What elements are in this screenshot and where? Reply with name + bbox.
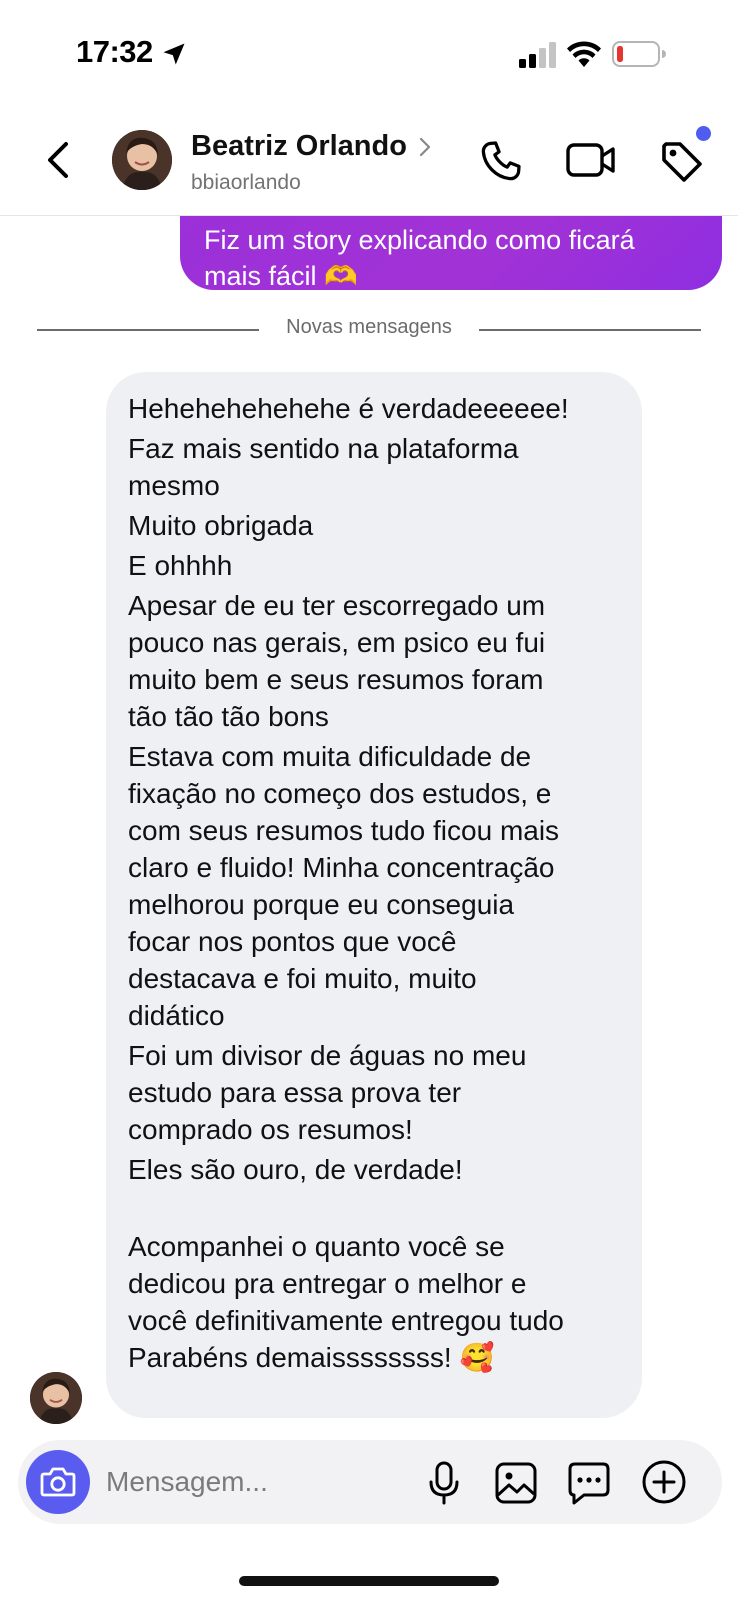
message-line: claro e fluido! Minha concentração (128, 852, 555, 883)
message-line: estudo para essa prova ter (128, 1077, 462, 1108)
notification-dot (696, 126, 711, 141)
camera-button[interactable] (26, 1450, 90, 1514)
message-line: tão tão tão bons (128, 701, 329, 732)
sticker-chat-icon[interactable] (566, 1460, 612, 1506)
status-time: 17:32 (76, 34, 153, 69)
message-line: Acompanhei o quanto você se (128, 1231, 505, 1262)
camera-icon (40, 1467, 76, 1497)
battery-low-icon (612, 41, 666, 67)
sent-message-line: mais fácil 🫶 (204, 261, 358, 291)
message-line: focar nos pontos que você (128, 926, 457, 957)
message-line: Hehehehehehehe é verdadeeeeee! (128, 393, 569, 424)
message-line: Estava com muita dificuldade de (128, 741, 532, 772)
chevron-right-icon[interactable] (417, 136, 433, 158)
chat-header: Beatriz Orlando bbiaorlando (0, 100, 738, 216)
contact-name-row[interactable]: Beatriz Orlando (191, 130, 433, 163)
message-input[interactable] (106, 1462, 406, 1502)
sent-message-line: Fiz um story explicando como ficará (204, 225, 635, 255)
message-line: Eles são ouro, de verdade! (128, 1154, 463, 1185)
message-line: Muito obrigada (128, 510, 314, 541)
message-line: Parabéns demaissssssss! 🥰 (128, 1342, 495, 1373)
contact-name[interactable]: Beatriz Orlando (191, 130, 407, 163)
plus-circle-icon[interactable] (640, 1458, 688, 1506)
message-line: dedicou pra entregar o melhor e (128, 1268, 527, 1299)
message-line: Foi um divisor de águas no meu (128, 1040, 527, 1071)
message-line: didático (128, 1000, 225, 1031)
location-arrow-icon (163, 43, 185, 65)
cellular-signal-icon (519, 42, 556, 68)
message-composer (18, 1440, 722, 1524)
sent-message-bubble[interactable]: Fiz um story explicando como ficará mais… (180, 216, 722, 291)
message-line: você definitivamente entregou tudo (128, 1305, 564, 1336)
chat-thread[interactable]: Fiz um story explicando como ficará mais… (0, 216, 738, 1440)
new-messages-divider: Novas mensagens (37, 314, 701, 344)
received-message-bubble[interactable]: Hehehehehehehe é verdadeeeeee! Faz mais … (106, 372, 642, 1418)
message-line: Faz mais sentido na plataforma (128, 433, 519, 464)
tag-icon[interactable] (658, 138, 706, 186)
message-line: melhorou porque eu conseguia (128, 889, 515, 920)
microphone-icon[interactable] (424, 1460, 464, 1506)
message-line: muito bem e seus resumos foram (128, 664, 544, 695)
message-line: fixação no começo dos estudos, e (128, 778, 552, 809)
message-line: Apesar de eu ter escorregado um (128, 590, 546, 621)
divider-label: Novas mensagens (286, 316, 452, 338)
divider-line (479, 329, 701, 331)
message-line: comprado os resumos! (128, 1114, 413, 1145)
image-icon[interactable] (494, 1461, 538, 1505)
avatar[interactable] (112, 130, 172, 190)
contact-username: bbiaorlando (191, 171, 301, 194)
message-line: com seus resumos tudo ficou mais (128, 815, 560, 846)
sender-avatar[interactable] (30, 1372, 82, 1424)
wifi-icon (567, 41, 601, 67)
message-line: destacava e foi muito, muito (128, 963, 477, 994)
message-line: E ohhhh (128, 550, 233, 581)
phone-icon[interactable] (478, 138, 524, 184)
home-indicator[interactable] (239, 1576, 499, 1586)
message-line: pouco nas gerais, em psico eu fui (128, 627, 546, 658)
message-line: mesmo (128, 470, 220, 501)
video-camera-icon[interactable] (566, 140, 616, 180)
status-bar: 17:32 (0, 0, 738, 100)
back-arrow-icon[interactable] (36, 136, 80, 184)
